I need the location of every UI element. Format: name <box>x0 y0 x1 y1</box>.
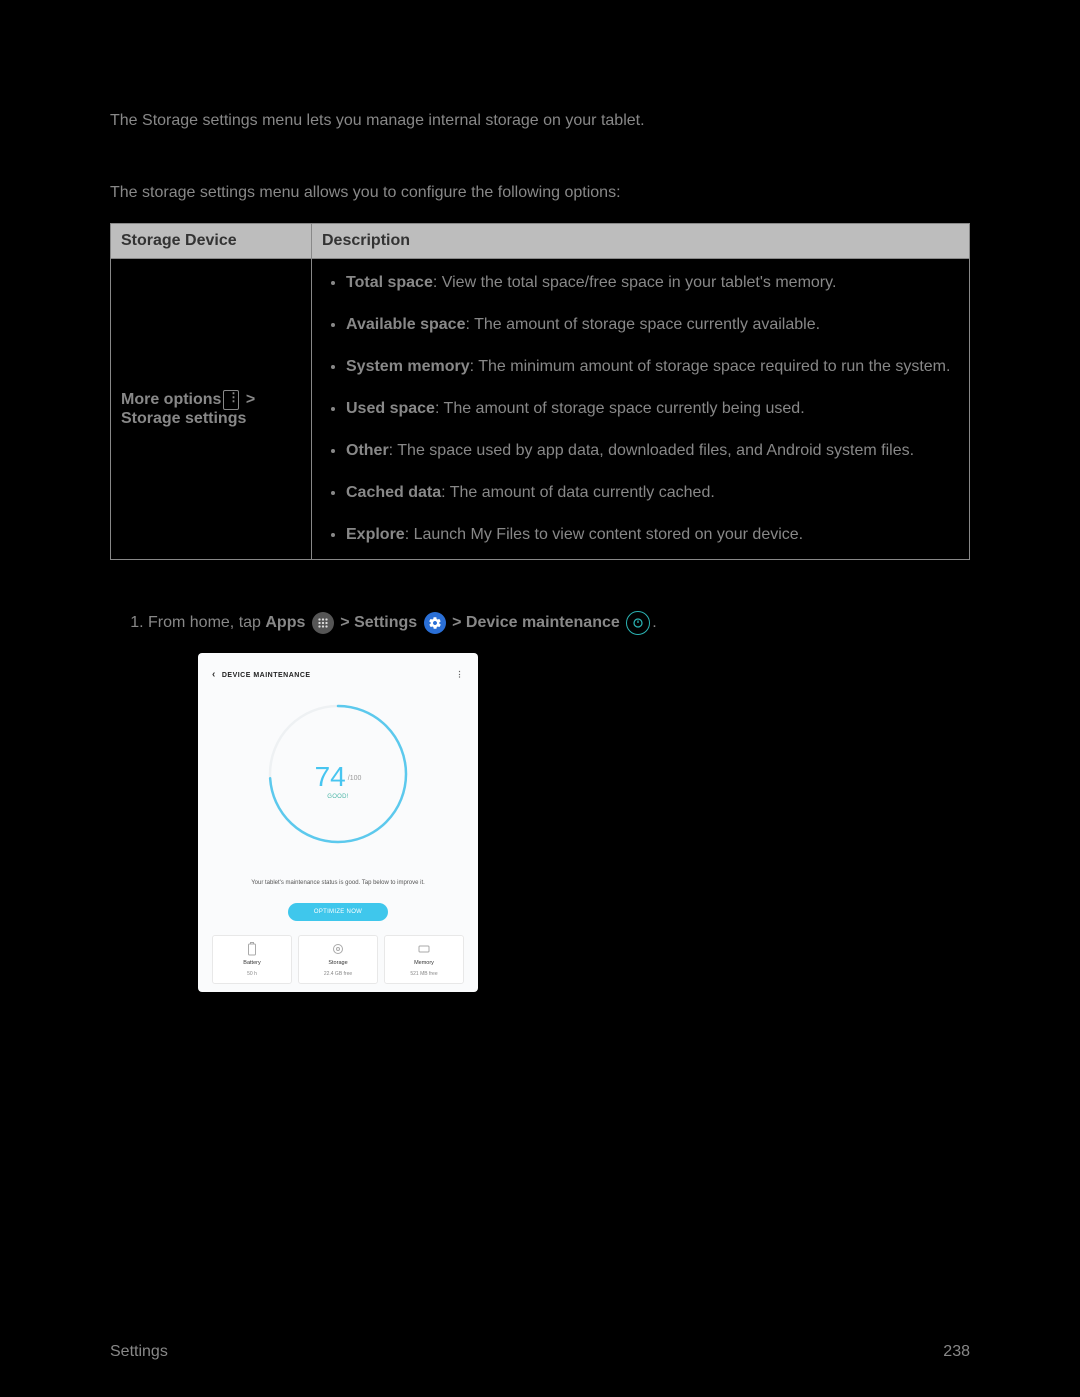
settings-icon <box>424 612 446 634</box>
access-steps: From home, tap Apps > Settings > Device … <box>110 610 970 992</box>
access-step-1: From home, tap Apps > Settings > Device … <box>148 610 970 992</box>
storage-table: Storage Device Description More options … <box>110 223 970 560</box>
list-item: Total space: View the total space/free s… <box>346 271 959 295</box>
table-cell-device: More options > Storage settings <box>111 258 312 559</box>
screenshot-more-icon: ⋮ <box>456 669 465 682</box>
screenshot-title: DEVICE MAINTENANCE <box>222 670 311 681</box>
table-row: More options > Storage settings Total sp… <box>111 258 970 559</box>
footer-section: Settings <box>110 1343 168 1361</box>
optimize-now-button[interactable]: OPTIMIZE NOW <box>288 903 388 921</box>
memory-card[interactable]: Memory 521 MB free <box>384 935 464 984</box>
page-footer: Settings 238 <box>110 1343 970 1361</box>
list-item: Other: The space used by app data, downl… <box>346 439 959 463</box>
table-cell-description: Total space: View the total space/free s… <box>312 258 970 559</box>
sub-intro-text: The storage settings menu allows you to … <box>110 182 970 204</box>
score-rating: GOOD! <box>263 793 413 803</box>
intro-text: The Storage settings menu lets you manag… <box>110 110 970 132</box>
list-item: Cached data: The amount of data currentl… <box>346 481 959 505</box>
table-header-description: Description <box>312 223 970 258</box>
battery-icon <box>245 942 259 956</box>
memory-icon <box>417 942 431 956</box>
screenshot-desc: Your tablet's maintenance status is good… <box>212 879 464 889</box>
description-list: Total space: View the total space/free s… <box>322 271 959 547</box>
apps-icon <box>312 612 334 634</box>
more-options-icon <box>223 390 239 410</box>
list-item: Available space: The amount of storage s… <box>346 313 959 337</box>
list-item: Explore: Launch My Files to view content… <box>346 523 959 547</box>
table-header-row: Storage Device Description <box>111 223 970 258</box>
table-header-device: Storage Device <box>111 223 312 258</box>
screenshot-cards: Battery 50 h Storage 22.4 GB free <box>212 935 464 984</box>
storage-icon <box>331 942 345 956</box>
footer-page-number: 238 <box>943 1343 970 1361</box>
back-icon: ‹ <box>212 667 216 683</box>
battery-card[interactable]: Battery 50 h <box>212 935 292 984</box>
list-item: System memory: The minimum amount of sto… <box>346 355 959 379</box>
score-circle: 74/100 GOOD! <box>263 699 413 849</box>
screenshot-header: ‹ DEVICE MAINTENANCE ⋮ <box>212 667 464 683</box>
score-circle-wrap: 74/100 GOOD! <box>212 699 464 849</box>
device-maintenance-screenshot: ‹ DEVICE MAINTENANCE ⋮ 74/100 GOOD! <box>198 653 478 991</box>
storage-card[interactable]: Storage 22.4 GB free <box>298 935 378 984</box>
list-item: Used space: The amount of storage space … <box>346 397 959 421</box>
device-maintenance-icon <box>626 611 650 635</box>
